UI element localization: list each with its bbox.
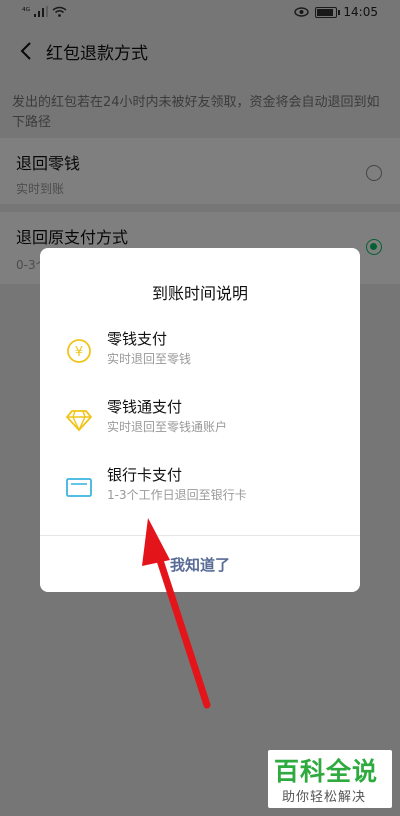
item-title: 零钱支付	[107, 330, 168, 348]
got-it-button[interactable]: 我知道了	[40, 536, 360, 592]
watermark-subtitle: 助你轻松解决	[282, 790, 367, 805]
item-title: 银行卡支付	[107, 466, 183, 484]
item-subtitle: 实时退回至零钱通账户	[107, 420, 228, 434]
dialog-title: 到账时间说明	[151, 284, 248, 303]
watermark-logo: 百科全说 助你轻松解决	[268, 750, 392, 808]
watermark-title: 百科全说	[274, 757, 379, 786]
item-subtitle: 实时退回至零钱	[107, 352, 192, 366]
arrival-time-dialog: 到账时间说明 ¥ 零钱支付 实时退回至零钱 零钱通支付 实时退回至零钱通账户 银…	[40, 248, 360, 592]
diamond-icon	[66, 410, 92, 432]
dialog-item-bank-card: 银行卡支付 1-3个工作日退回至银行卡	[40, 460, 360, 510]
yen-coin-icon: ¥	[67, 339, 91, 363]
dialog-item-lingqiantong: 零钱通支付 实时退回至零钱通账户	[40, 392, 360, 442]
item-subtitle: 1-3个工作日退回至银行卡	[107, 488, 247, 502]
svg-text:¥: ¥	[75, 345, 83, 360]
item-title: 零钱通支付	[107, 398, 183, 416]
bank-card-icon	[66, 478, 92, 497]
dialog-item-change: ¥ 零钱支付 实时退回至零钱	[40, 324, 360, 374]
